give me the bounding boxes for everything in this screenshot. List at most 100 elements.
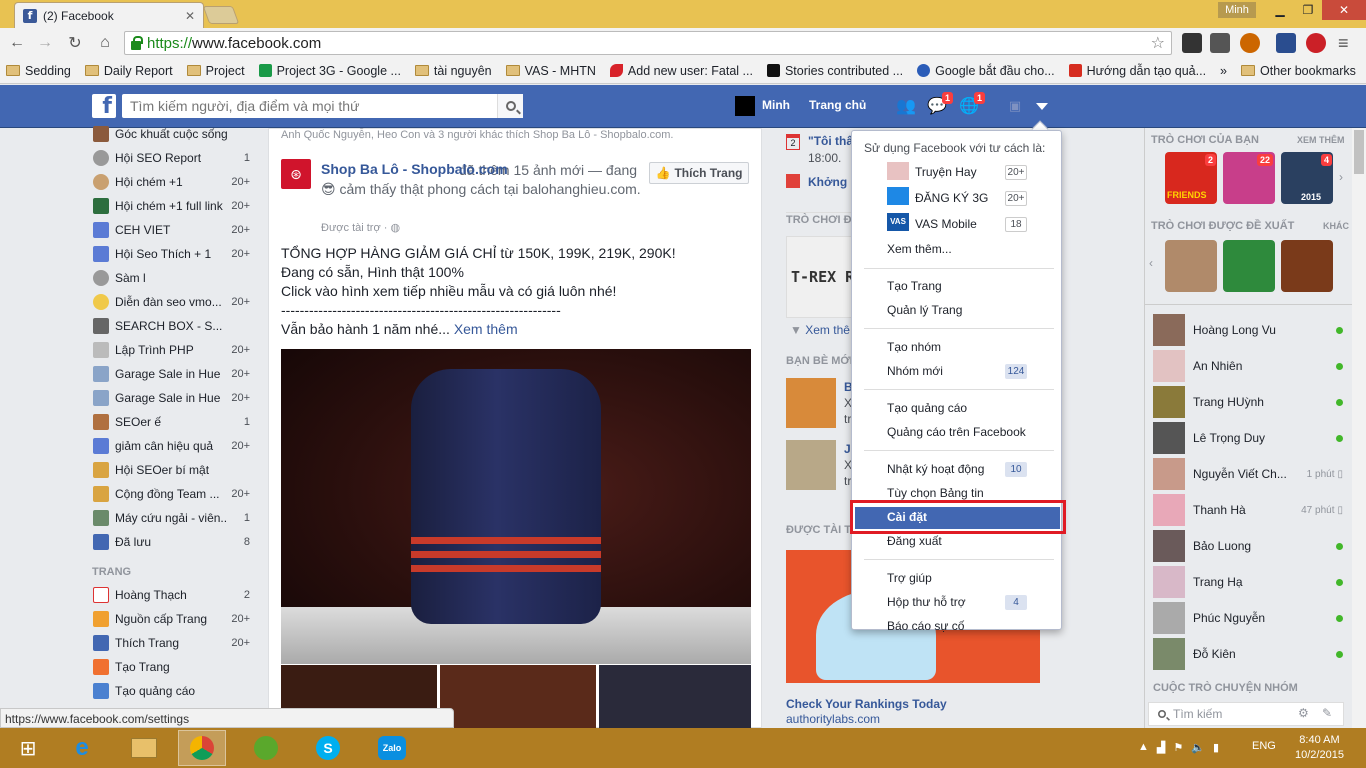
friend-requests-icon[interactable]: 👥 (895, 96, 917, 116)
menu-item-page-truyen-hay[interactable]: Truyện Hay (915, 165, 977, 179)
menu-item-news-feed-preferences[interactable]: Tùy chọn Bảng tin (887, 486, 984, 500)
profile-link[interactable]: Minh (762, 98, 790, 112)
bookmark-item[interactable]: Daily Report (84, 64, 173, 78)
sidebar-group-item[interactable]: Garage Sale in Hue 20+ (88, 362, 258, 386)
chevron-left-icon[interactable]: ‹ (1149, 256, 1153, 270)
menu-item-report-problem[interactable]: Báo cáo sự cố (887, 619, 964, 633)
input-language[interactable]: ENG (1252, 740, 1276, 752)
menu-item-create-group[interactable]: Tạo nhóm (887, 340, 941, 354)
chat-contact[interactable]: Thanh Hà 47 phút ▯ (1153, 494, 1343, 526)
sidebar-group-item[interactable]: Góc khuất cuộc sống (88, 122, 258, 146)
facebook-logo-icon[interactable]: f (92, 94, 116, 118)
menu-item-manage-pages[interactable]: Quản lý Trang (887, 303, 962, 317)
event-title[interactable]: "Tôi thấ (808, 134, 853, 148)
menu-item-support-inbox[interactable]: Hộp thư hỗ trợ (887, 595, 966, 609)
see-all-games-link[interactable]: XEM THÊM (1297, 135, 1345, 145)
post-photo[interactable] (281, 349, 751, 664)
scrollbar-thumb[interactable] (1354, 130, 1364, 174)
sidebar-group-item[interactable]: Hội chém +1 20+ (88, 170, 258, 194)
sidebar-page-item[interactable]: Tạo Trang (88, 655, 258, 679)
sidebar-group-item[interactable]: Lập Trình PHP 20+ (88, 338, 258, 362)
sidebar-page-item[interactable]: Thích Trang 20+ (88, 631, 258, 655)
friend-suggestion-avatar[interactable] (786, 440, 836, 490)
menu-item-logout[interactable]: Đăng xuất (887, 534, 942, 548)
bookmark-item[interactable]: tài nguyên (414, 64, 492, 78)
other-bookmarks[interactable]: Other bookmarks (1241, 64, 1356, 78)
sidebar-group-item[interactable]: giảm cân hiệu quả 20+ (88, 434, 258, 458)
bookmark-item[interactable]: VAS - MHTN (505, 64, 596, 78)
see-more-link[interactable]: Xem thêm (454, 321, 518, 337)
bookmark-item[interactable]: Project (186, 64, 245, 78)
extension-counter-icon[interactable] (1210, 33, 1230, 53)
menu-item-create-page[interactable]: Tạo Trang (887, 279, 942, 293)
sidebar-group-item[interactable]: Hội SEO Report 1 (88, 146, 258, 170)
window-close-button[interactable]: ✕ (1322, 0, 1366, 20)
profile-chip[interactable]: Minh (1218, 2, 1256, 18)
minimize-button[interactable]: ▁ (1266, 0, 1294, 20)
suggested-game-icon[interactable] (1281, 240, 1333, 292)
taskbar-ie[interactable]: e (58, 730, 106, 766)
ad-url[interactable]: authoritylabs.com (786, 712, 880, 726)
sidebar-page-item[interactable]: Nguồn cấp Trang 20+ (88, 607, 258, 631)
taskbar-explorer[interactable] (120, 730, 168, 766)
chat-search-input[interactable]: Tìm kiếm (1148, 702, 1344, 726)
chevron-right-icon[interactable]: › (1339, 170, 1343, 184)
chat-contact[interactable]: Lê Trọng Duy (1153, 422, 1343, 454)
home-link[interactable]: Trang chủ (809, 98, 866, 112)
taskbar-skype[interactable]: S (304, 730, 352, 766)
privacy-shortcuts-icon[interactable]: ▣ (1004, 96, 1026, 116)
menu-item-page-vas-mobile[interactable]: VAS Mobile (915, 217, 977, 231)
new-tab-button[interactable] (202, 6, 240, 24)
forward-button[interactable]: → (34, 32, 56, 54)
friend-suggestion-avatar[interactable] (786, 378, 836, 428)
bookmark-item[interactable]: Google bắt đầu cho... (917, 64, 1055, 78)
sidebar-group-item[interactable]: SEARCH BOX - S... (88, 314, 258, 338)
browser-tab[interactable]: f (2) Facebook ✕ (14, 2, 204, 28)
extension-qr-icon[interactable] (1182, 33, 1202, 53)
chat-contact[interactable]: Hoàng Long Vu (1153, 314, 1343, 346)
tab-close-icon[interactable]: ✕ (185, 9, 195, 23)
sidebar-group-item[interactable]: Diễn đàn seo vmo... 20+ (88, 290, 258, 314)
sidebar-group-item[interactable]: Hội SEOer bí mật (88, 458, 258, 482)
sidebar-page-item[interactable]: Hoàng Thạch 2 (88, 583, 258, 607)
taskbar-clock[interactable]: 8:40 AM 10/2/2015 (1295, 733, 1344, 763)
menu-item-ads-on-facebook[interactable]: Quảng cáo trên Facebook (887, 425, 1026, 439)
network-icon[interactable]: ▟ (1157, 741, 1165, 754)
fb-search-button[interactable] (497, 94, 523, 118)
taskbar-chrome[interactable] (178, 730, 226, 766)
chat-contact[interactable]: Bảo Luong (1153, 530, 1343, 562)
pinterest-icon[interactable] (1306, 33, 1326, 53)
battery-icon[interactable]: ▮ (1213, 741, 1219, 754)
post-photo-thumb[interactable] (440, 665, 596, 729)
menu-item-see-more[interactable]: Xem thêm... (887, 242, 952, 256)
flag-icon[interactable]: ⚑ (1173, 741, 1183, 754)
chat-contact[interactable]: Phúc Nguyễn (1153, 602, 1343, 634)
bookmark-item[interactable]: Sedding (6, 64, 71, 78)
chat-contact[interactable]: Trang Hạ (1153, 566, 1343, 598)
taskbar-coccoc[interactable] (242, 730, 290, 766)
sidebar-group-item[interactable]: Sàm l (88, 266, 258, 290)
maximize-button[interactable]: ❐ (1294, 0, 1322, 20)
sidebar-group-item[interactable]: Máy cứu ngải - viên... 1 (88, 506, 258, 530)
sidebar-page-item[interactable]: Tạo quảng cáo (88, 679, 258, 703)
bookmark-item[interactable]: Project 3G - Google ... (258, 64, 401, 78)
avatar[interactable] (735, 96, 755, 116)
post-photo-thumb[interactable] (599, 665, 751, 729)
like-page-button[interactable]: 👍 Thích Trang (649, 162, 749, 184)
chat-contact[interactable]: Đỗ Kiên (1153, 638, 1343, 670)
bookmark-star-icon[interactable]: ☆ (1151, 33, 1165, 53)
suggested-game-icon[interactable] (1165, 240, 1217, 292)
compose-icon[interactable]: ✎ (1322, 706, 1332, 720)
bookmark-item[interactable]: Add new user: Fatal ... (609, 64, 753, 78)
sidebar-group-item[interactable]: SEOer ế1 (88, 410, 258, 434)
home-button[interactable]: ⌂ (94, 32, 116, 54)
extension-100-icon[interactable] (1276, 33, 1296, 53)
bookmark-item[interactable]: Hướng dẫn tạo quả... (1068, 64, 1206, 78)
chat-contact[interactable]: Nguyễn Viết Ch... 1 phút ▯ (1153, 458, 1343, 490)
chat-contact[interactable]: An Nhiên (1153, 350, 1343, 382)
sidebar-group-item[interactable]: CEH VIET 20+ (88, 218, 258, 242)
extension-flower-icon[interactable] (1240, 33, 1260, 53)
page-scrollbar[interactable] (1352, 128, 1366, 728)
see-more-games[interactable]: ▼ Xem thê (790, 323, 850, 337)
volume-icon[interactable]: 🔈 (1191, 741, 1205, 754)
